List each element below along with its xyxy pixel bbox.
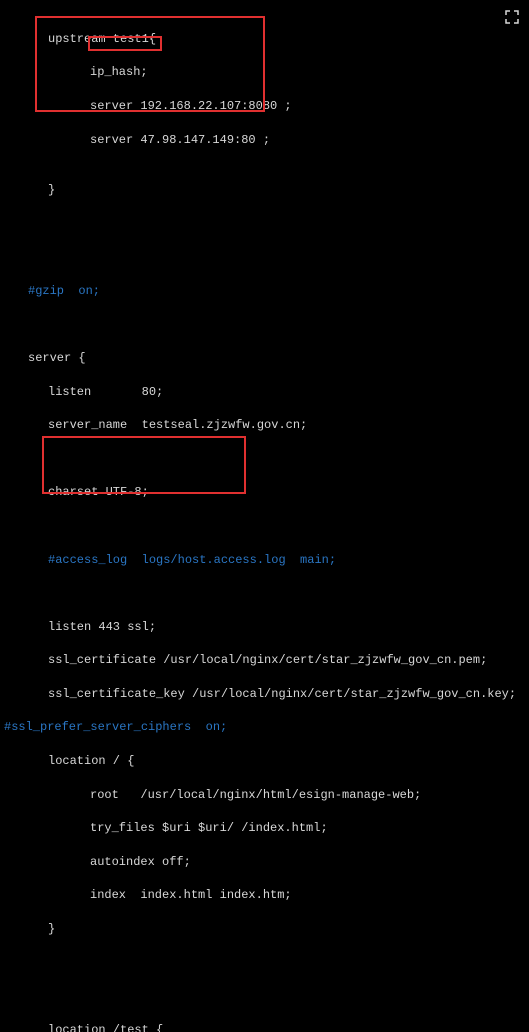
- code-line: server 47.98.147.149:80 ;: [0, 132, 529, 149]
- code-line: ip_hash;: [0, 64, 529, 81]
- code-line: server_name testseal.zjzwfw.gov.cn;: [0, 417, 529, 434]
- code-line: [0, 216, 529, 233]
- code-block: upstream test1{ ip_hash; server 192.168.…: [0, 0, 529, 1032]
- code-line: autoindex off;: [0, 854, 529, 871]
- code-line-comment: #access_log logs/host.access.log main;: [0, 552, 529, 569]
- code-line: }: [0, 921, 529, 938]
- code-line: [0, 955, 529, 972]
- code-line: }: [0, 182, 529, 199]
- code-line: root /usr/local/nginx/html/esign-manage-…: [0, 787, 529, 804]
- code-line: [0, 316, 529, 333]
- code-line-comment: #ssl_prefer_server_ciphers on;: [0, 719, 529, 736]
- code-line: location / {: [0, 753, 529, 770]
- code-line: ssl_certificate /usr/local/nginx/cert/st…: [0, 652, 529, 669]
- code-line: [0, 249, 529, 266]
- code-line: server 192.168.22.107:8080 ;: [0, 98, 529, 115]
- code-line: [0, 988, 529, 1005]
- code-line: [0, 451, 529, 468]
- code-line-comment: #gzip on;: [0, 283, 529, 300]
- code-line: index index.html index.htm;: [0, 887, 529, 904]
- code-line: charset UTF-8;: [0, 484, 529, 501]
- code-line: [0, 585, 529, 602]
- code-line: [0, 518, 529, 535]
- code-line: listen 80;: [0, 384, 529, 401]
- code-line: location /test {: [0, 1022, 529, 1032]
- code-line: ssl_certificate_key /usr/local/nginx/cer…: [0, 686, 529, 703]
- code-line: listen 443 ssl;: [0, 619, 529, 636]
- code-line: server {: [0, 350, 529, 367]
- code-line: upstream test1{: [0, 31, 529, 48]
- code-line: try_files $uri $uri/ /index.html;: [0, 820, 529, 837]
